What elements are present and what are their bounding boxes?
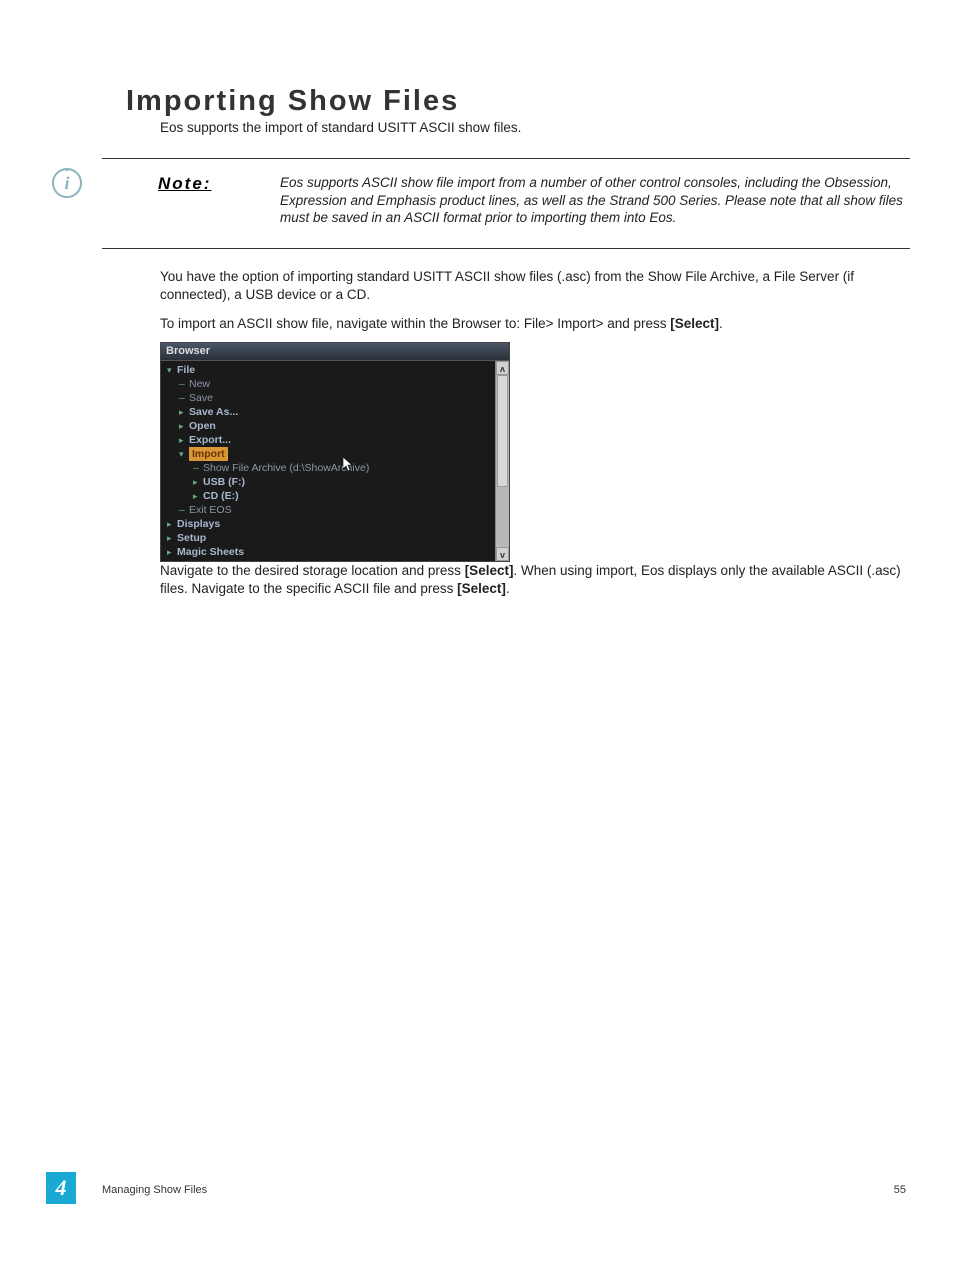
tree-file[interactable]: ▾File	[165, 363, 491, 377]
tree-dash-icon: –	[179, 391, 189, 405]
select-keyword: [Select]	[670, 316, 719, 331]
tree-save[interactable]: –Save	[165, 391, 491, 405]
page-heading: Importing Show Files	[126, 85, 459, 118]
para3-text-a: Navigate to the desired storage location…	[160, 563, 465, 578]
tree-import-label: Import	[189, 447, 228, 461]
tree-archive[interactable]: –Show File Archive (d:\ShowArchive)	[165, 461, 491, 475]
tree-dash-icon: –	[193, 461, 203, 475]
tree-dash-icon: –	[179, 503, 189, 517]
intro-text: Eos supports the import of standard USIT…	[160, 120, 521, 135]
tree-new-label: New	[189, 377, 210, 391]
chevron-right-icon: ▸	[167, 517, 177, 531]
tree-dash-icon: –	[179, 377, 189, 391]
tree-import[interactable]: ▾Import	[165, 447, 491, 461]
tree-archive-label: Show File Archive (d:\ShowArchive)	[203, 461, 369, 475]
period: .	[506, 581, 510, 596]
paragraph-navigate-select: Navigate to the desired storage location…	[160, 562, 910, 598]
tree-export-label: Export...	[189, 433, 231, 447]
paragraph-navigate: To import an ASCII show file, navigate w…	[160, 315, 900, 333]
scroll-up-button[interactable]: ʌ	[496, 361, 509, 375]
tree-setup-label: Setup	[177, 531, 206, 545]
tree-cd[interactable]: ▸CD (E:)	[165, 489, 491, 503]
tree-exit-label: Exit EOS	[189, 503, 232, 517]
browser-tree[interactable]: ▾File –New –Save ▸Save As... ▸Open ▸Expo…	[161, 361, 495, 561]
tree-usb[interactable]: ▸USB (F:)	[165, 475, 491, 489]
select-keyword: [Select]	[465, 563, 514, 578]
tree-export[interactable]: ▸Export...	[165, 433, 491, 447]
chevron-right-icon: ▸	[193, 475, 203, 489]
tree-displays-label: Displays	[177, 517, 220, 531]
browser-panel: Browser ▾File –New –Save ▸Save As... ▸Op…	[160, 342, 510, 562]
tree-file-label: File	[177, 363, 195, 377]
tree-new[interactable]: –New	[165, 377, 491, 391]
chevron-right-icon: ▸	[179, 433, 189, 447]
tree-open-label: Open	[189, 419, 216, 433]
tree-open[interactable]: ▸Open	[165, 419, 491, 433]
chevron-right-icon: ▸	[179, 405, 189, 419]
divider-bottom	[102, 248, 910, 249]
chevron-down-icon: ▾	[167, 363, 177, 377]
browser-titlebar: Browser	[161, 343, 509, 361]
paragraph-import-options: You have the option of importing standar…	[160, 268, 900, 304]
tree-setup[interactable]: ▸Setup	[165, 531, 491, 545]
scroll-down-button[interactable]: v	[496, 547, 509, 561]
chevron-down-icon: ▾	[179, 447, 189, 461]
note-body: Eos supports ASCII show file import from…	[280, 174, 905, 227]
tree-save-label: Save	[189, 391, 213, 405]
scroll-thumb[interactable]	[497, 375, 508, 487]
note-label: Note:	[158, 174, 211, 194]
info-icon: i	[52, 168, 82, 198]
scroll-track[interactable]	[496, 375, 509, 547]
page-number: 55	[894, 1184, 906, 1196]
tree-usb-label: USB (F:)	[203, 475, 245, 489]
select-keyword: [Select]	[457, 581, 506, 596]
para2-text: To import an ASCII show file, navigate w…	[160, 316, 670, 331]
scrollbar[interactable]: ʌ v	[495, 361, 509, 561]
chevron-right-icon: ▸	[179, 419, 189, 433]
tree-cd-label: CD (E:)	[203, 489, 239, 503]
footer-chapter-title: Managing Show Files	[102, 1184, 207, 1196]
chevron-right-icon: ▸	[193, 489, 203, 503]
chevron-right-icon: ▸	[167, 531, 177, 545]
tree-magic-label: Magic Sheets	[177, 545, 244, 559]
divider-top	[102, 158, 910, 159]
chapter-tab: 4	[46, 1172, 76, 1204]
tree-save-as[interactable]: ▸Save As...	[165, 405, 491, 419]
chevron-right-icon: ▸	[167, 545, 177, 559]
period: .	[719, 316, 723, 331]
tree-displays[interactable]: ▸Displays	[165, 517, 491, 531]
tree-save-as-label: Save As...	[189, 405, 238, 419]
tree-exit-eos[interactable]: –Exit EOS	[165, 503, 491, 517]
tree-magic-sheets[interactable]: ▸Magic Sheets	[165, 545, 491, 559]
